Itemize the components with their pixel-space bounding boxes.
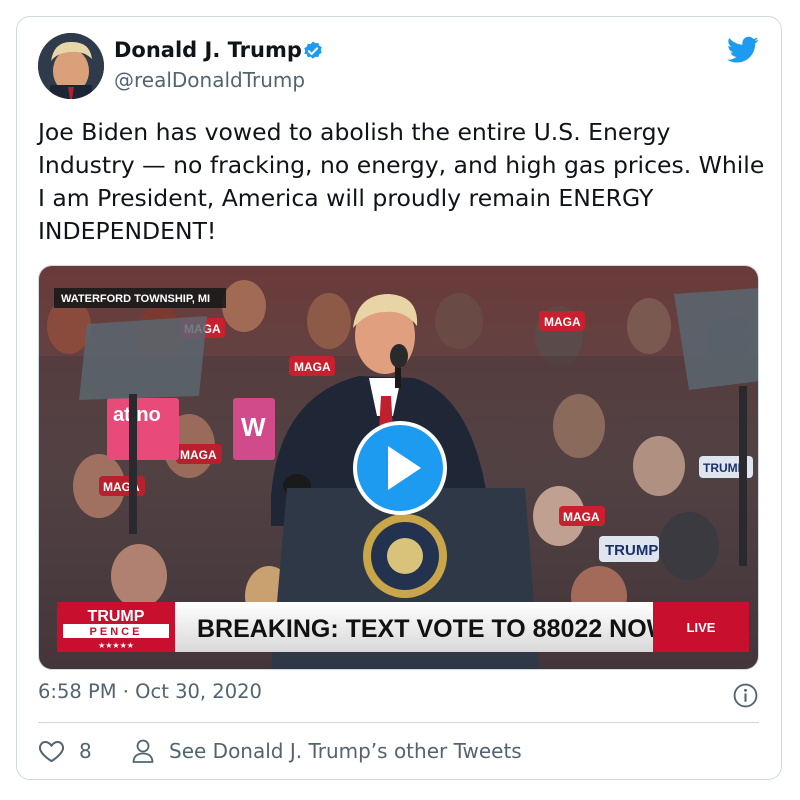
person-icon bbox=[132, 739, 154, 763]
svg-text:MAGA: MAGA bbox=[294, 360, 331, 374]
svg-text:MAGA: MAGA bbox=[563, 510, 600, 524]
twitter-bird-icon[interactable] bbox=[727, 36, 759, 64]
svg-text:PENCE: PENCE bbox=[90, 626, 143, 638]
divider bbox=[38, 722, 759, 723]
video-player[interactable]: MAGA MAGA MAGA MAGA MAGA MAGA TRUMP TRUM… bbox=[38, 265, 759, 670]
author-name[interactable]: Donald J. Trump bbox=[114, 38, 302, 62]
author-handle[interactable]: @realDonaldTrump bbox=[114, 68, 305, 92]
svg-text:LIVE: LIVE bbox=[687, 620, 716, 635]
svg-text:TRUMP: TRUMP bbox=[605, 542, 658, 559]
like-count[interactable]: 8 bbox=[79, 739, 92, 763]
chyron: TRUMP PENCE ★★★★★ BREAKING: TEXT VOTE TO… bbox=[57, 602, 749, 652]
other-tweets-link[interactable]: See Donald J. Trump’s other Tweets bbox=[169, 739, 522, 763]
info-icon[interactable] bbox=[733, 683, 758, 708]
verified-badge-icon bbox=[304, 41, 322, 59]
chyron-headline: BREAKING: TEXT VOTE TO 88022 NOW! bbox=[197, 615, 679, 643]
tweet-text: Joe Biden has vowed to abolish the entir… bbox=[38, 118, 765, 245]
svg-text:MAGA: MAGA bbox=[180, 448, 217, 462]
tweet-timestamp[interactable]: 6:58 PM · Oct 30, 2020 bbox=[38, 680, 262, 703]
svg-text:W: W bbox=[241, 412, 266, 442]
svg-text:WATERFORD TOWNSHIP, MI: WATERFORD TOWNSHIP, MI bbox=[61, 293, 210, 305]
svg-text:★★★★★: ★★★★★ bbox=[98, 641, 134, 650]
svg-text:TRUMP: TRUMP bbox=[88, 608, 145, 625]
svg-text:MAGA: MAGA bbox=[544, 315, 581, 329]
author-avatar[interactable] bbox=[38, 33, 104, 99]
location-tag: WATERFORD TOWNSHIP, MI bbox=[54, 288, 226, 308]
heart-icon[interactable] bbox=[38, 738, 65, 764]
play-button[interactable] bbox=[353, 421, 447, 515]
